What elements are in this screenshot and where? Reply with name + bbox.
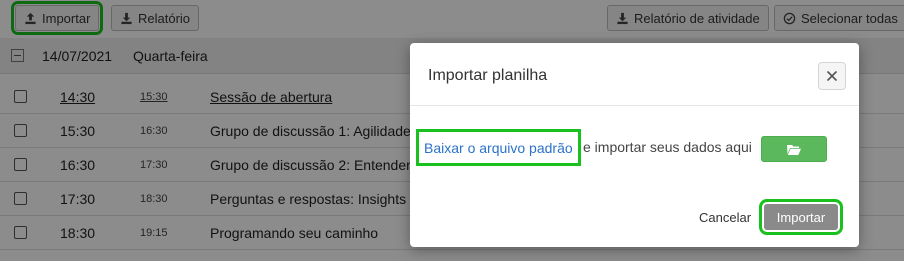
- download-template-link[interactable]: Baixar o arquivo padrão: [416, 129, 581, 166]
- confirm-import-label: Importar: [776, 209, 826, 225]
- folder-open-icon: [787, 144, 801, 155]
- close-button[interactable]: [818, 62, 846, 90]
- choose-file-button[interactable]: [761, 136, 827, 162]
- modal-divider: [410, 105, 859, 106]
- modal-title: Importar planilha: [428, 67, 548, 84]
- confirm-import-button[interactable]: Importar: [759, 199, 843, 235]
- import-spreadsheet-modal: Importar planilha Baixar o arquivo padrã…: [410, 43, 859, 247]
- cancel-button[interactable]: Cancelar: [699, 210, 751, 225]
- close-icon: [826, 70, 838, 82]
- import-instructions: e importar seus dados aqui: [583, 139, 752, 155]
